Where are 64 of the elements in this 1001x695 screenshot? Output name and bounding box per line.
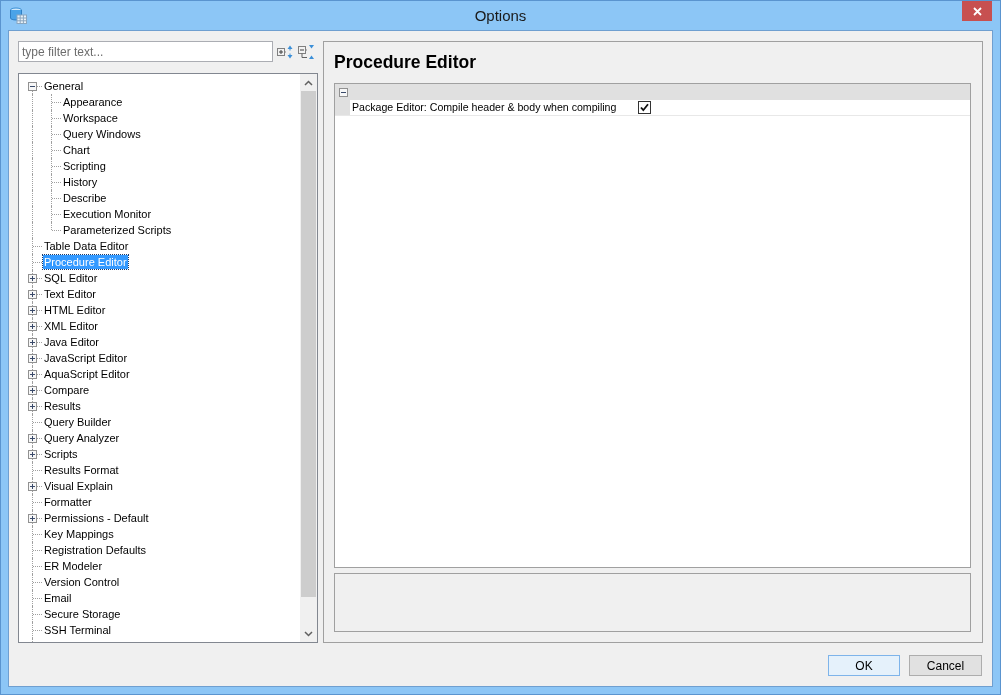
expand-icon[interactable]	[28, 450, 37, 459]
tree-item[interactable]: Results Format	[43, 463, 120, 477]
tree-item[interactable]: Appearance	[62, 95, 124, 109]
tree-item[interactable]: Email	[43, 591, 73, 605]
expand-icon[interactable]	[28, 274, 37, 283]
expand-icon[interactable]	[28, 386, 37, 395]
filter-field[interactable]: type filter text...	[18, 41, 273, 62]
tree-item[interactable]: Chart	[62, 143, 91, 157]
tree-item[interactable]: General	[43, 79, 85, 93]
close-icon	[972, 6, 982, 16]
dialog-button[interactable]: Cancel	[909, 655, 982, 676]
tree-item[interactable]: Registration Defaults	[43, 543, 148, 557]
tree-item[interactable]: Secure Storage	[43, 607, 122, 621]
tree-item[interactable]: Execution Monitor	[62, 207, 153, 221]
tree-item[interactable]: Results	[43, 399, 82, 413]
tree-item[interactable]: ER Modeler	[43, 559, 104, 573]
tree-item[interactable]: SQL Editor	[43, 271, 99, 285]
tree-item[interactable]: Scripts	[43, 447, 79, 461]
tree-item[interactable]: Version Control	[43, 575, 121, 589]
expand-icon[interactable]	[28, 354, 37, 363]
plus-box-arrows-icon[interactable]	[277, 43, 293, 60]
tree-item[interactable]: Text Editor	[43, 287, 97, 301]
tree-item[interactable]: SSH Terminal	[43, 623, 113, 637]
collapse-icon[interactable]	[28, 82, 37, 91]
tree-item[interactable]: Workspace	[62, 111, 119, 125]
tree-item[interactable]: Query Builder	[43, 415, 113, 429]
expand-icon[interactable]	[28, 434, 37, 443]
expand-icon[interactable]	[28, 370, 37, 379]
expand-icon[interactable]	[28, 402, 37, 411]
tree-item[interactable]: XML Editor	[43, 319, 99, 333]
tree-item[interactable]: Table Data Editor	[43, 239, 130, 253]
database-icon	[10, 7, 27, 24]
tree-item[interactable]: Parameterized Scripts	[62, 223, 173, 237]
scroll-thumb[interactable]	[301, 91, 316, 597]
window-title: Options	[474, 6, 527, 26]
tree-item[interactable]: HTML Editor	[43, 303, 107, 317]
tree-item[interactable]: Describe	[62, 191, 108, 205]
tree-arrows-icon[interactable]	[298, 43, 315, 60]
expand-icon[interactable]	[28, 514, 37, 523]
property-label: Package Editor: Compile header & body when compiling	[351, 100, 618, 115]
tree-item[interactable]: Java Editor	[43, 335, 101, 349]
dialog-button[interactable]: OK	[828, 655, 900, 676]
tree-item[interactable]: History	[62, 175, 99, 189]
checkbox[interactable]	[638, 101, 651, 114]
close-button[interactable]	[962, 1, 992, 21]
tree-item[interactable]: Key Mappings	[43, 527, 115, 541]
panel-title: Procedure Editor	[334, 51, 477, 73]
tree-item[interactable]: Scripting	[62, 159, 107, 173]
chevron-down-icon[interactable]	[304, 630, 313, 637]
expand-icon[interactable]	[28, 322, 37, 331]
chevron-up-icon[interactable]	[304, 79, 313, 86]
tree-item[interactable]: AquaScript Editor	[43, 367, 131, 381]
tree-item[interactable]: Compare	[43, 383, 91, 397]
tree-item[interactable]: Permissions - Default	[43, 511, 150, 525]
tree-item[interactable]: Formatter	[43, 495, 93, 509]
expand-icon[interactable]	[28, 482, 37, 491]
tree-item[interactable]: Query Windows	[62, 127, 142, 141]
tree-item[interactable]: Visual Explain	[43, 479, 114, 493]
collapse-icon[interactable]	[339, 87, 348, 97]
expand-icon[interactable]	[28, 290, 37, 299]
expand-icon[interactable]	[28, 306, 37, 315]
tree-item[interactable]: Query Analyzer	[43, 431, 121, 445]
expand-icon[interactable]	[28, 338, 37, 347]
tree-item[interactable]: JavaScript Editor	[43, 351, 129, 365]
